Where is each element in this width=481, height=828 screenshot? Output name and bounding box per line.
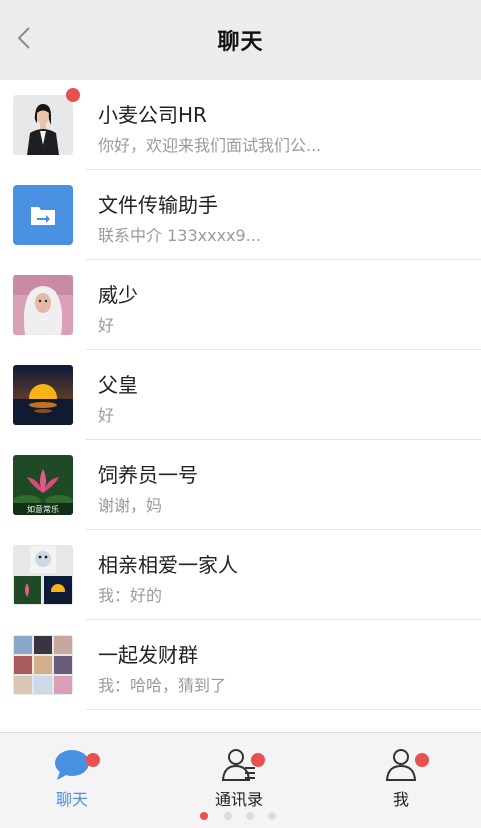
chat-name: 一起发财群	[98, 643, 198, 667]
chat-preview: 好	[98, 316, 115, 335]
unread-badge	[66, 88, 80, 102]
chat-preview: 联系中介 133xxxx9...	[98, 226, 261, 245]
chat-row-keeper[interactable]: 如意常乐 饲养员一号 谢谢，妈	[0, 440, 481, 530]
tab-badge	[251, 753, 265, 767]
tab-label: 通讯录	[214, 790, 263, 809]
back-button[interactable]	[12, 26, 36, 50]
chevron-left-icon	[17, 27, 30, 49]
chat-row-file-transfer[interactable]: 文件传输助手 联系中介 133xxxx9...	[0, 170, 481, 260]
chat-name: 威少	[98, 283, 138, 307]
avatar-businesswoman	[13, 95, 73, 155]
chat-name: 相亲相爱一家人	[98, 553, 238, 577]
page-title: 聊天	[217, 30, 264, 55]
folder-arrow-icon	[13, 185, 73, 245]
chat-row-weishao[interactable]: 威少 好	[0, 260, 481, 350]
top-bar: 聊天	[0, 0, 481, 80]
page-indicator-dot-active	[200, 812, 208, 820]
tab-badge	[415, 753, 429, 767]
avatar-sunset	[13, 365, 73, 425]
bottom-tab-bar: 聊天 通讯录 我	[0, 732, 481, 828]
lotus-caption: 如意常乐	[27, 504, 59, 514]
chat-preview: 好	[98, 406, 115, 425]
chat-bubble-icon	[55, 750, 89, 780]
chat-row-father[interactable]: 父皇 好	[0, 350, 481, 440]
page-indicator-dot	[246, 812, 254, 820]
chat-preview: 你好，欢迎来我们面试我们公...	[98, 136, 322, 155]
chat-name: 饲养员一号	[98, 463, 198, 487]
chat-row-fortune-group[interactable]: 一起发财群 我：哈哈，猜到了	[0, 620, 481, 710]
avatar-group-grid	[13, 635, 73, 695]
page-indicator-dot	[224, 812, 232, 820]
avatar-white-haired-man	[13, 275, 73, 335]
tab-chat[interactable]: 聊天	[12, 733, 132, 828]
chat-name: 文件传输助手	[98, 193, 218, 217]
chat-name: 小麦公司HR	[98, 103, 207, 127]
chat-row-hr[interactable]: 小麦公司HR 你好，欢迎来我们面试我们公...	[0, 80, 481, 170]
page-indicator-dot	[268, 812, 276, 820]
avatar-group-composite	[13, 545, 73, 605]
tab-label: 聊天	[55, 790, 88, 809]
tab-me[interactable]: 我	[341, 733, 461, 828]
divider	[86, 709, 481, 710]
chat-list: 小麦公司HR 你好，欢迎来我们面试我们公... 文件传输助手 联系中介 133x…	[0, 80, 481, 710]
chat-preview: 我：哈哈，猜到了	[98, 676, 227, 695]
avatar-lotus: 如意常乐	[13, 455, 73, 515]
tab-label: 我	[392, 790, 409, 809]
chat-name: 父皇	[98, 373, 138, 397]
person-icon	[385, 749, 417, 781]
chat-row-family-group[interactable]: 相亲相爱一家人 我：好的	[0, 530, 481, 620]
tab-contacts[interactable]: 通讯录	[179, 733, 299, 828]
chat-preview: 我：好的	[98, 586, 163, 605]
tab-badge	[86, 753, 100, 767]
contacts-icon	[221, 749, 255, 781]
chat-preview: 谢谢，妈	[98, 496, 163, 515]
